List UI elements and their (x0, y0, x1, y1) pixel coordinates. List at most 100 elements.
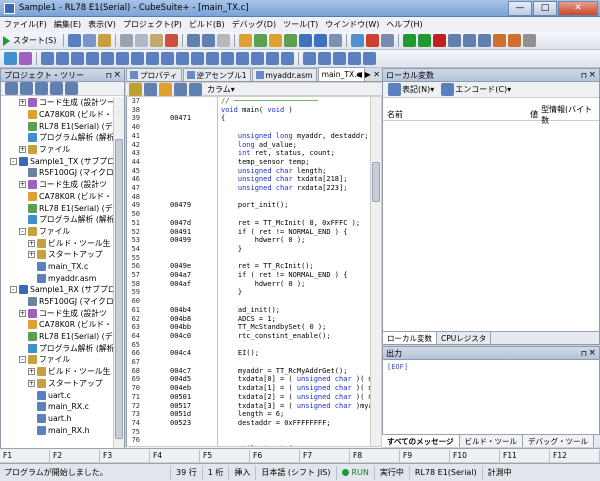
build-stop-icon[interactable] (329, 34, 343, 47)
watch-icon[interactable] (56, 52, 69, 65)
cpu-reset-icon[interactable] (523, 34, 537, 47)
menu-help[interactable]: ヘルプ(H) (386, 19, 422, 30)
code-line[interactable]: 49 00479 port_init(); (127, 201, 370, 210)
open-icon[interactable] (98, 34, 112, 47)
expand-toggle-icon[interactable]: + (28, 379, 35, 387)
encode-dropdown[interactable]: エンコード(C)▾ (455, 84, 511, 95)
expand-toggle-icon[interactable]: + (28, 368, 35, 376)
bookmark-icon[interactable] (129, 82, 142, 96)
stack-icon[interactable] (251, 52, 264, 65)
tree-up-icon[interactable] (35, 82, 48, 95)
undo-icon[interactable] (187, 34, 201, 47)
expand-toggle-icon[interactable]: - (10, 286, 17, 294)
code-line[interactable]: 60 (127, 297, 370, 306)
expand-toggle-icon[interactable]: + (19, 309, 26, 317)
menu-edit[interactable]: 編集(E) (54, 19, 81, 30)
pin-icon[interactable]: ⊓ (106, 71, 112, 80)
expand-toggle-icon[interactable]: + (19, 99, 26, 107)
code-line[interactable]: 50 (127, 210, 370, 219)
code-line[interactable]: 39 00471 { (127, 114, 370, 123)
tree-item[interactable]: + スタートアップ (1, 378, 113, 390)
stop-icon[interactable] (433, 34, 447, 47)
tree-item[interactable]: + コード生成 (設計ツ (1, 179, 113, 191)
tree-sort-icon[interactable] (65, 82, 78, 95)
code-editor[interactable]: 37 // ──────────────────── 38 void main( vo… (126, 97, 370, 446)
analysis-icon[interactable] (176, 52, 189, 65)
code-line[interactable]: 75 (127, 428, 370, 437)
fkey-4[interactable]: F4 (150, 449, 200, 462)
columns-dropdown[interactable]: カラム▾ (207, 84, 235, 95)
build-icon[interactable] (239, 34, 253, 47)
fkey-1[interactable]: F1 (0, 449, 50, 462)
code-line[interactable]: 46 unsigned char txdata[218]; (127, 175, 370, 184)
tree-item[interactable]: R5F100GJ (マイクロ (1, 296, 113, 308)
close-icon[interactable]: × (588, 348, 596, 358)
io-icon[interactable] (191, 52, 204, 65)
close-icon[interactable]: × (588, 70, 596, 80)
tree-remove-icon[interactable] (20, 82, 33, 95)
window-2-icon[interactable] (318, 52, 331, 65)
col-value[interactable]: 値 (530, 109, 538, 120)
code-line[interactable]: 73 0051d length = 6; (127, 410, 370, 419)
menu-build[interactable]: ビルド(B) (189, 19, 225, 30)
step-in-icon[interactable] (448, 34, 462, 47)
menu-window[interactable]: ウインドウ(W) (325, 19, 379, 30)
expand-toggle-icon[interactable]: - (10, 157, 17, 165)
code-generate-icon[interactable] (19, 52, 32, 65)
delete-icon[interactable] (165, 34, 179, 47)
fkey-2[interactable]: F2 (50, 449, 100, 462)
prev-icon[interactable] (174, 82, 187, 96)
build-debug-icon[interactable] (269, 34, 283, 47)
code-line[interactable]: 48 (127, 193, 370, 202)
tree-item[interactable]: - ファイル (1, 354, 113, 366)
tab-debug-tool[interactable]: デバッグ・ツール (523, 435, 595, 447)
jump-icon[interactable] (144, 82, 157, 96)
timer-icon[interactable] (206, 52, 219, 65)
code-line[interactable]: 40 (127, 123, 370, 132)
col-name[interactable]: 名前 (383, 109, 530, 120)
properties-icon[interactable] (4, 52, 17, 65)
fkey-9[interactable]: F9 (400, 449, 450, 462)
tab-local-vars[interactable]: ローカル変数 (383, 332, 437, 344)
expand-toggle-icon[interactable]: + (19, 146, 26, 154)
tree-scroll-thumb[interactable] (115, 139, 123, 439)
expand-toggle-icon[interactable]: + (28, 239, 35, 247)
tree-item[interactable]: + ファイル (1, 144, 113, 156)
fkey-8[interactable]: F8 (350, 449, 400, 462)
tree-item[interactable]: myaddr.asm (1, 272, 113, 284)
fkey-6[interactable]: F6 (250, 449, 300, 462)
start-button[interactable]: スタート(S) (3, 35, 56, 46)
disconnect-icon[interactable] (366, 34, 380, 47)
code-line[interactable]: 51 0047d ret = TT_McInit( 8, 0xFFFC ); (127, 219, 370, 228)
display-format-dropdown[interactable]: 表記(N)▾ (402, 84, 434, 95)
maximize-button[interactable]: □ (533, 0, 557, 16)
code-line[interactable]: 37 // ──────────────────── (127, 97, 370, 106)
editor-vscrollbar[interactable] (370, 97, 381, 446)
find-icon[interactable] (217, 34, 231, 47)
expand-toggle-icon[interactable]: - (19, 227, 26, 235)
tree-item[interactable]: + スタートアップ (1, 249, 113, 261)
paste-icon[interactable] (150, 34, 164, 47)
window-4-icon[interactable] (348, 52, 361, 65)
connect-icon[interactable] (351, 34, 365, 47)
tree-item[interactable]: main_RX.h (1, 424, 113, 436)
tree-scrollbar[interactable] (113, 97, 124, 460)
fkey-3[interactable]: F3 (100, 449, 150, 462)
go-icon[interactable] (403, 34, 417, 47)
download-icon[interactable] (299, 34, 313, 47)
restart-icon[interactable] (508, 34, 522, 47)
code-line[interactable]: 44 temp_sensor temp; (127, 158, 370, 167)
fkey-10[interactable]: F10 (450, 449, 500, 462)
save-icon[interactable] (68, 34, 82, 47)
expand-toggle-icon[interactable]: - (19, 356, 26, 364)
arrow-right-icon[interactable] (159, 82, 172, 96)
step-over-icon[interactable] (463, 34, 477, 47)
tree-item[interactable]: + コード生成 (設計ツール (1, 97, 113, 109)
return-out-icon[interactable] (478, 34, 492, 47)
pin-icon[interactable]: ⊓ (581, 71, 587, 80)
fkey-12[interactable]: F12 (550, 449, 600, 462)
next-icon[interactable] (189, 82, 202, 96)
menu-file[interactable]: ファイル(F) (4, 19, 47, 30)
tree-item[interactable]: プログラム解析 (解析 (1, 214, 113, 226)
code-line[interactable]: 52 00491 if ( ret != NORMAL_END ) { (127, 228, 370, 237)
